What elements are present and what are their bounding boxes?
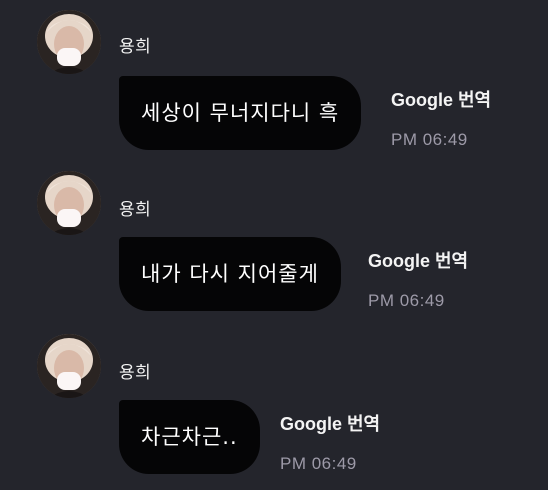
sender-name: 용희 [119, 37, 152, 57]
user-avatar-icon [37, 334, 101, 398]
message-bubble[interactable]: 세상이 무너지다니 흑 [119, 76, 362, 150]
google-translate-button[interactable]: Google 번역 [391, 86, 491, 112]
user-avatar-icon [37, 10, 101, 74]
message-bubble[interactable]: 차근차근.. [119, 400, 260, 474]
message-item: 용희 세상이 무너지다니 흑 Google 번역 PM 06:49 [0, 0, 548, 160]
google-translate-button[interactable]: Google 번역 [368, 247, 468, 273]
message-timestamp: PM 06:49 [368, 291, 445, 310]
message-item: 용희 내가 다시 지어줄게 Google 번역 PM 06:49 [0, 161, 548, 321]
message-bubble[interactable]: 내가 다시 지어줄게 [119, 237, 341, 311]
google-translate-button[interactable]: Google 번역 [280, 410, 380, 436]
user-avatar-icon [37, 171, 101, 235]
avatar[interactable] [37, 171, 101, 235]
message-timestamp: PM 06:49 [391, 130, 468, 149]
chat-list: 용희 세상이 무너지다니 흑 Google 번역 PM 06:49 용희 내가 … [0, 0, 548, 490]
message-item: 용희 차근차근.. Google 번역 PM 06:49 [0, 324, 548, 484]
avatar[interactable] [37, 334, 101, 398]
message-timestamp: PM 06:49 [280, 454, 357, 473]
avatar[interactable] [37, 10, 101, 74]
sender-name: 용희 [119, 200, 152, 220]
sender-name: 용희 [119, 363, 152, 383]
